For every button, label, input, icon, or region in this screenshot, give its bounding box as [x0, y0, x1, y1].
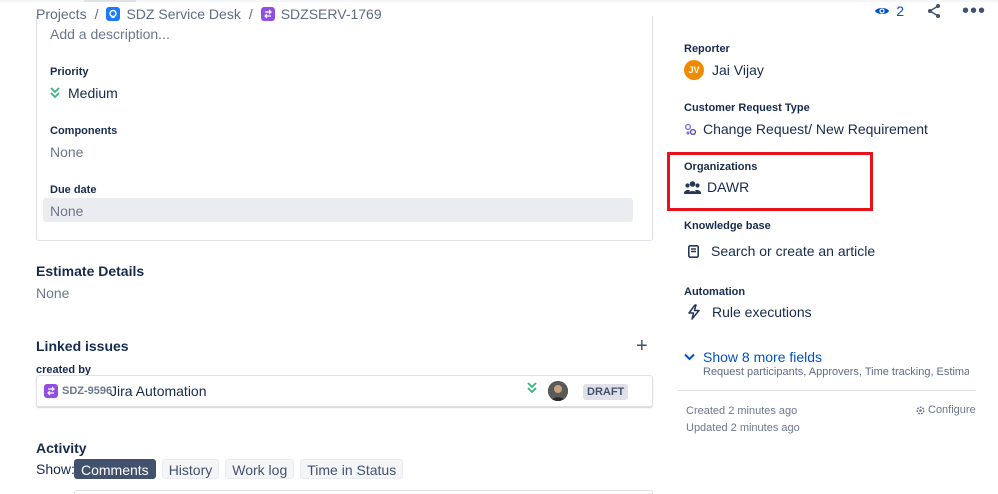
tab-history[interactable]: History — [161, 459, 220, 479]
show-more-fields-label: Show 8 more fields — [703, 349, 823, 365]
linked-issue-key[interactable]: SDZ-9596 — [62, 385, 112, 397]
estimate-details-title: Estimate Details — [36, 263, 145, 279]
sidebar-divider — [678, 390, 976, 391]
status-lozenge[interactable]: DRAFT — [583, 384, 629, 400]
gear-icon — [916, 405, 925, 415]
article-icon — [688, 244, 699, 258]
assignee-avatar — [548, 381, 568, 401]
linked-issue-row[interactable]: SDZ-9596 Jira Automation DRAFT — [36, 375, 653, 407]
customer-request-type-value: Change Request/ New Requirement — [703, 121, 928, 137]
hidden-fields-summary: Request participants, Approvers, Time tr… — [703, 366, 969, 378]
knowledge-base-field[interactable]: Search or create an article — [684, 243, 875, 259]
components-label: Components — [50, 125, 118, 137]
more-actions-icon[interactable]: ••• — [962, 1, 986, 21]
issue-actions: 2 ••• — [874, 1, 986, 21]
linked-issues-title: Linked issues — [36, 338, 129, 354]
reporter-field[interactable]: JV Jai Vijay — [684, 60, 764, 80]
updated-timestamp: Updated 2 minutes ago — [686, 422, 800, 434]
comment-input[interactable] — [74, 490, 653, 494]
configure-label: Configure — [928, 404, 976, 416]
knowledge-base-value: Search or create an article — [711, 243, 876, 259]
reporter-avatar: JV — [684, 60, 704, 80]
eye-icon — [875, 8, 890, 14]
customer-request-type-label: Customer Request Type — [684, 102, 810, 114]
due-date-label: Due date — [50, 184, 97, 196]
activity-show-label: Show: — [36, 461, 75, 477]
tab-time-in-status[interactable]: Time in Status — [300, 459, 404, 479]
knowledge-base-label: Knowledge base — [684, 220, 771, 232]
reporter-label: Reporter — [684, 43, 730, 55]
chevron-down-icon — [684, 353, 695, 361]
automation-value: Rule executions — [712, 304, 812, 320]
watch-button[interactable]: 2 — [874, 3, 904, 19]
top-divider — [0, 0, 998, 2]
share-icon — [927, 4, 940, 18]
reporter-name: Jai Vijay — [712, 62, 764, 78]
automation-label: Automation — [684, 286, 746, 298]
automation-field[interactable]: Rule executions — [684, 304, 812, 320]
customer-request-type-field[interactable]: Change Request/ New Requirement — [684, 121, 928, 137]
watchers-count: 2 — [896, 3, 904, 19]
priority-medium-icon — [50, 87, 60, 99]
components-field[interactable]: None — [50, 144, 83, 160]
priority-label: Priority — [50, 66, 89, 78]
share-button[interactable] — [926, 3, 942, 19]
activity-title: Activity — [36, 440, 87, 456]
tab-work-log[interactable]: Work log — [225, 459, 295, 479]
request-type-icon — [684, 123, 697, 136]
estimate-value: None — [36, 285, 70, 301]
due-date-field[interactable] — [43, 198, 633, 222]
issue-type-icon — [44, 384, 58, 398]
show-more-fields-button[interactable]: Show 8 more fields — [684, 349, 822, 365]
tab-comments[interactable]: Comments — [74, 459, 156, 479]
linked-issue-summary[interactable]: Jira Automation — [110, 383, 207, 399]
configure-button[interactable]: Configure — [915, 404, 976, 416]
highlight-box — [667, 152, 873, 211]
description-field[interactable]: Add a description... — [50, 26, 170, 42]
add-linked-issue-button[interactable]: + — [636, 336, 648, 356]
lightning-icon — [688, 304, 700, 320]
priority-value: Medium — [68, 85, 118, 101]
due-date-value: None — [50, 203, 84, 219]
activity-tabs: Comments History Work log Time in Status — [74, 459, 409, 479]
priority-medium-icon — [527, 382, 537, 394]
priority-field[interactable]: Medium — [50, 85, 118, 101]
created-timestamp: Created 2 minutes ago — [686, 405, 798, 417]
